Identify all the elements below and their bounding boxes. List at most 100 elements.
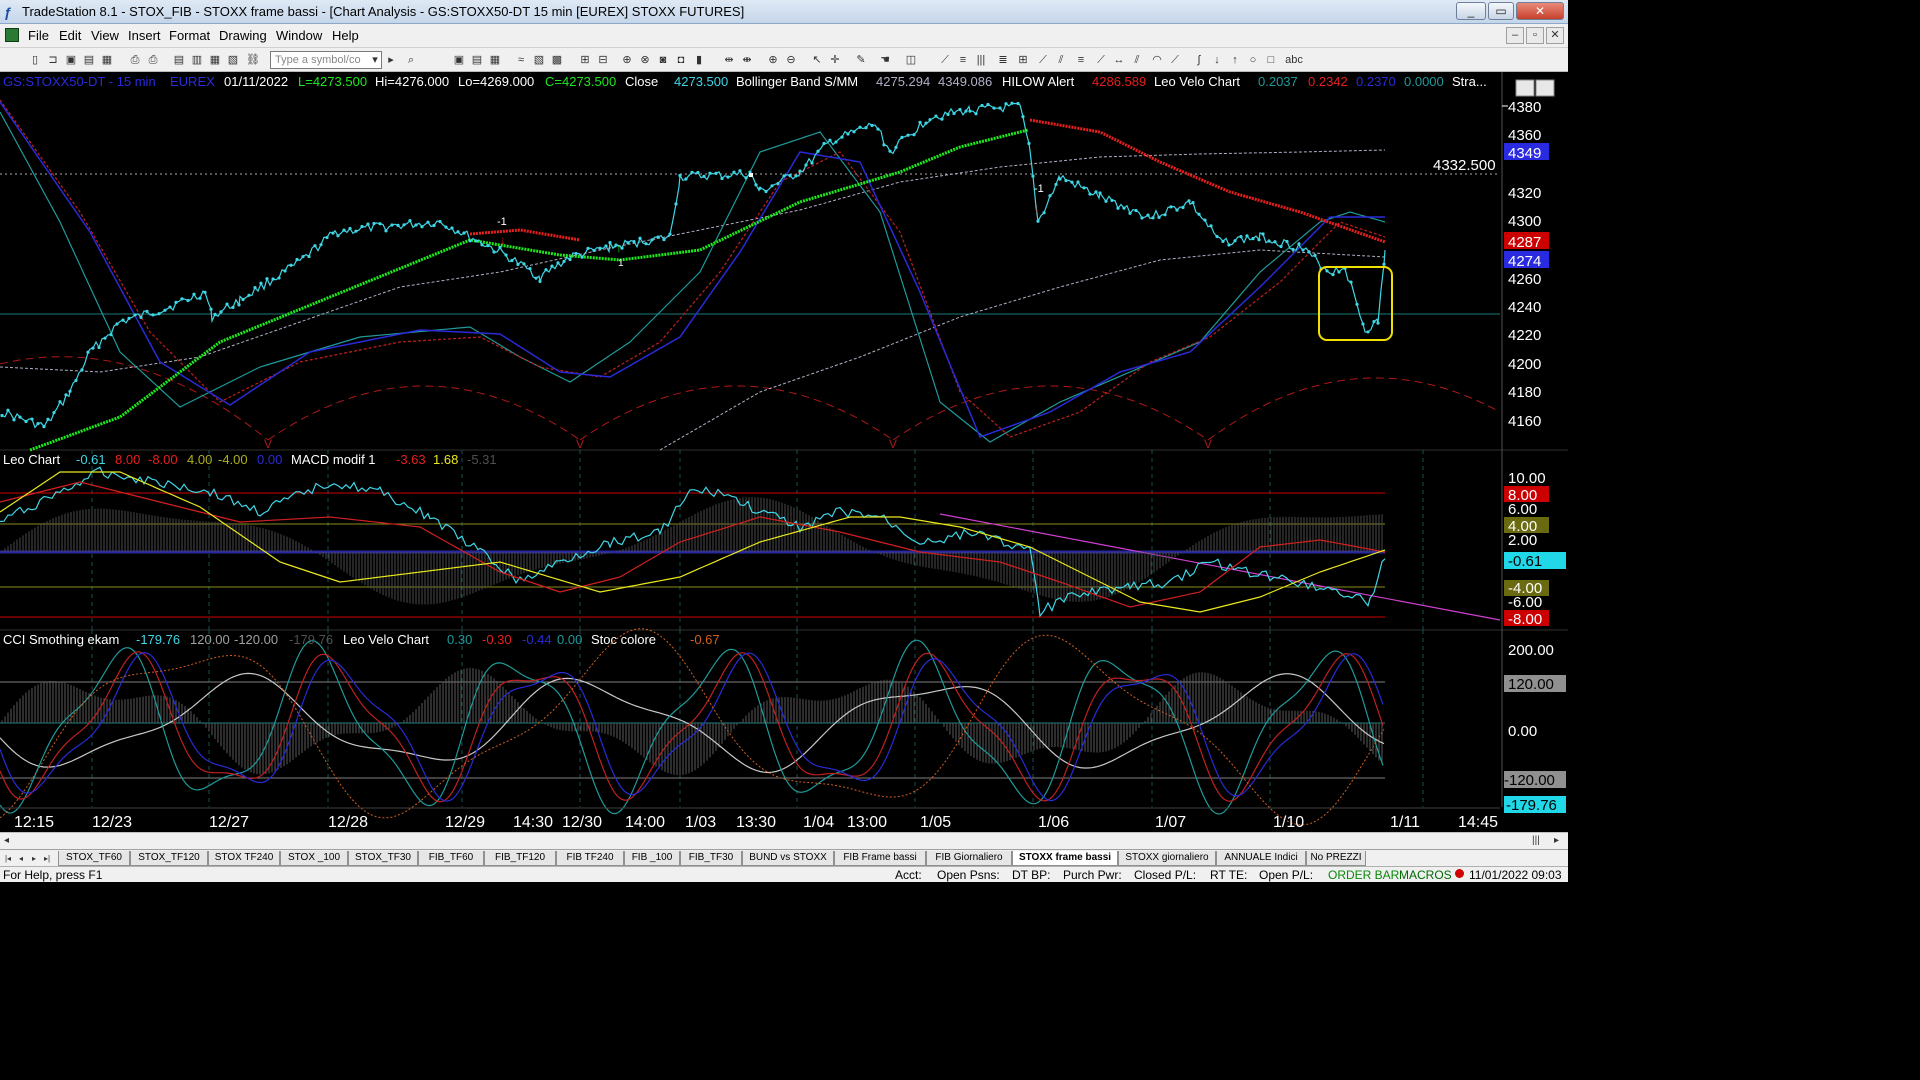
tab-fib-tf60[interactable]: FIB_TF60 xyxy=(418,851,484,866)
menu-file[interactable]: File xyxy=(28,28,49,43)
tab-fib-tf240[interactable]: FIB TF240 xyxy=(556,851,624,866)
format-window-icon[interactable]: ⊟ xyxy=(596,53,610,67)
hand-icon[interactable]: ☚ xyxy=(878,53,892,67)
tab-stox-100[interactable]: STOX _100 xyxy=(280,851,348,866)
bar-chart-icon[interactable]: ⊗ xyxy=(638,53,652,67)
mdi-minimize-button[interactable]: – xyxy=(1506,27,1524,44)
scroll-left-icon[interactable]: ◂ xyxy=(4,835,9,846)
tab-stoxx-frame-bassi[interactable]: STOXX frame bassi xyxy=(1012,851,1118,866)
arrow-down-icon[interactable]: ↓ xyxy=(1210,53,1224,67)
hilow-red-line[interactable] xyxy=(469,118,1386,244)
mdi-close-button[interactable]: ✕ xyxy=(1546,27,1564,44)
leo-velo-blue-line[interactable] xyxy=(0,101,1385,438)
tab-next-icon[interactable]: ▸ xyxy=(28,852,40,865)
menu-drawing[interactable]: Drawing xyxy=(219,28,267,43)
mdi-restore-button[interactable]: ▫ xyxy=(1526,27,1544,44)
signal-marker-1[interactable]: -1 xyxy=(497,216,507,228)
vertical-lines-icon[interactable]: ||| xyxy=(974,53,988,67)
tools-icon[interactable]: ✎ xyxy=(854,53,868,67)
tab-fib-tf30[interactable]: FIB_TF30 xyxy=(680,851,742,866)
analysis-icon[interactable]: ▩ xyxy=(550,53,564,67)
tab-prev-icon[interactable]: ◂ xyxy=(15,852,27,865)
workspace-icon[interactable]: ▦ xyxy=(100,53,114,67)
zoom-bars-in-icon[interactable]: ⇹ xyxy=(722,53,736,67)
buy-arrow-icon[interactable]: ↑ xyxy=(616,241,622,255)
tab-fib-100[interactable]: FIB _100 xyxy=(624,851,680,866)
point-figure-icon[interactable]: ◙ xyxy=(656,53,670,67)
tab-stox-tf120[interactable]: STOX_TF120 xyxy=(130,851,208,866)
arrow-up-icon[interactable]: ↑ xyxy=(1228,53,1242,67)
crosshair-icon[interactable]: ✛ xyxy=(828,53,842,67)
tab-last-icon[interactable]: ▸| xyxy=(41,852,53,865)
zoom-out-icon[interactable]: ⊖ xyxy=(784,53,798,67)
save-icon[interactable]: ▣ xyxy=(64,53,78,67)
menu-edit[interactable]: Edit xyxy=(59,28,81,43)
candle-icon[interactable]: ⊕ xyxy=(620,53,634,67)
horizontal-scrollbar[interactable]: ◂ ||| ▸ xyxy=(0,832,1568,849)
tab-stox-tf60[interactable]: STOX_TF60 xyxy=(58,851,130,866)
measure-icon[interactable]: ↔ xyxy=(1112,53,1126,67)
format-bars-icon[interactable]: ⊞ xyxy=(578,53,592,67)
window-cascade-icon[interactable]: ▧ xyxy=(226,53,240,67)
freehand-icon[interactable]: ∫ xyxy=(1192,53,1206,67)
scroll-thumb-icon[interactable]: ||| xyxy=(1532,835,1540,846)
highlight-box[interactable] xyxy=(1318,266,1393,341)
speed-lines-icon[interactable]: ⟋ xyxy=(1094,53,1108,67)
strategy-icon[interactable]: ▧ xyxy=(532,53,546,67)
print-icon[interactable]: ⎙ xyxy=(128,53,142,67)
chart-analysis-window[interactable]: VVVV -1 ↓ ↑ 1 -1 ↓ GS:STOXX50-DT - 15 mi… xyxy=(0,72,1568,834)
new-icon[interactable]: ▯ xyxy=(28,53,42,67)
trendline-icon[interactable]: ⟋ xyxy=(938,53,952,67)
open-icon[interactable]: ⊐ xyxy=(46,53,60,67)
tab-bund-vs-stoxx[interactable]: BUND vs STOXX xyxy=(742,851,834,866)
link-icon[interactable]: ⛓ xyxy=(246,53,260,67)
signal-marker-2[interactable]: 1 xyxy=(618,258,624,269)
symbol-go-icon[interactable]: ▸ xyxy=(384,53,398,67)
bollinger-lower-band[interactable] xyxy=(659,249,1386,451)
symbol-dropdown-icon[interactable]: ▾ xyxy=(368,53,382,67)
chart-canvas[interactable]: VVVV -1 ↓ ↑ 1 -1 ↓ GS:STOXX50-DT - 15 mi… xyxy=(0,72,1568,834)
panel-minimize-button[interactable] xyxy=(1515,79,1535,97)
symbol-lookup-icon[interactable]: ⌕ xyxy=(404,53,418,67)
eraser-icon[interactable]: ◫ xyxy=(904,53,918,67)
arc-icon[interactable]: ◠ xyxy=(1150,53,1164,67)
indicator-icon[interactable]: ≈ xyxy=(514,53,528,67)
menu-view[interactable]: View xyxy=(91,28,119,43)
gann-icon[interactable]: ⟋ xyxy=(1036,53,1050,67)
horizontal-lines-icon[interactable]: ≣ xyxy=(996,53,1010,67)
tab-stoxx-giornaliero[interactable]: STOXX giornaliero xyxy=(1118,851,1216,866)
hilow-green-line[interactable] xyxy=(29,128,1029,452)
tab-stox-tf240[interactable]: STOX TF240 xyxy=(208,851,280,866)
menu-format[interactable]: Format xyxy=(169,28,210,43)
fib-lines-icon[interactable]: ≡ xyxy=(956,53,970,67)
rectangle-icon[interactable]: □ xyxy=(1264,53,1278,67)
tab-no-prezzi[interactable]: No PREZZI xyxy=(1306,851,1366,866)
scroll-right-icon[interactable]: ▸ xyxy=(1554,835,1559,846)
zoom-bars-out-icon[interactable]: ⇼ xyxy=(740,53,754,67)
new-workspace-icon[interactable]: ▤ xyxy=(82,53,96,67)
close-button[interactable]: ✕ xyxy=(1516,2,1564,20)
ellipse-icon[interactable]: ○ xyxy=(1246,53,1260,67)
print-preview-icon[interactable]: ⎙ xyxy=(146,53,160,67)
chart-window-icon[interactable] xyxy=(5,28,19,42)
leo-velo-red-line[interactable] xyxy=(0,99,1386,438)
signal-marker-3[interactable]: -1 xyxy=(1034,183,1044,195)
status-order-bar[interactable]: ORDER BAR xyxy=(1328,868,1399,882)
tab-first-icon[interactable]: |◂ xyxy=(2,852,14,865)
tab-fib-frame-bassi[interactable]: FIB Frame bassi xyxy=(834,851,926,866)
panel-restore-button[interactable] xyxy=(1535,79,1555,97)
andrews-icon[interactable]: ⫽ xyxy=(1054,53,1068,67)
bollinger-upper-band[interactable] xyxy=(0,149,1385,373)
parallel-lines-icon[interactable]: ⫽ xyxy=(1130,53,1144,67)
price-line[interactable] xyxy=(1,102,1386,429)
leo-velo-teal-line[interactable] xyxy=(0,111,1386,443)
status-macros[interactable]: MACROS xyxy=(1399,868,1452,882)
minimize-button[interactable]: _ xyxy=(1456,2,1486,20)
chart-settings-icon[interactable]: ▣ xyxy=(452,53,466,67)
menu-window[interactable]: Window xyxy=(276,28,322,43)
menu-insert[interactable]: Insert xyxy=(128,28,161,43)
channel-icon[interactable]: ⊞ xyxy=(1016,53,1030,67)
window-grid-icon[interactable]: ▦ xyxy=(208,53,222,67)
tradestation-app-icon[interactable]: ƒ xyxy=(4,4,18,20)
data-window-icon[interactable]: ▦ xyxy=(488,53,502,67)
